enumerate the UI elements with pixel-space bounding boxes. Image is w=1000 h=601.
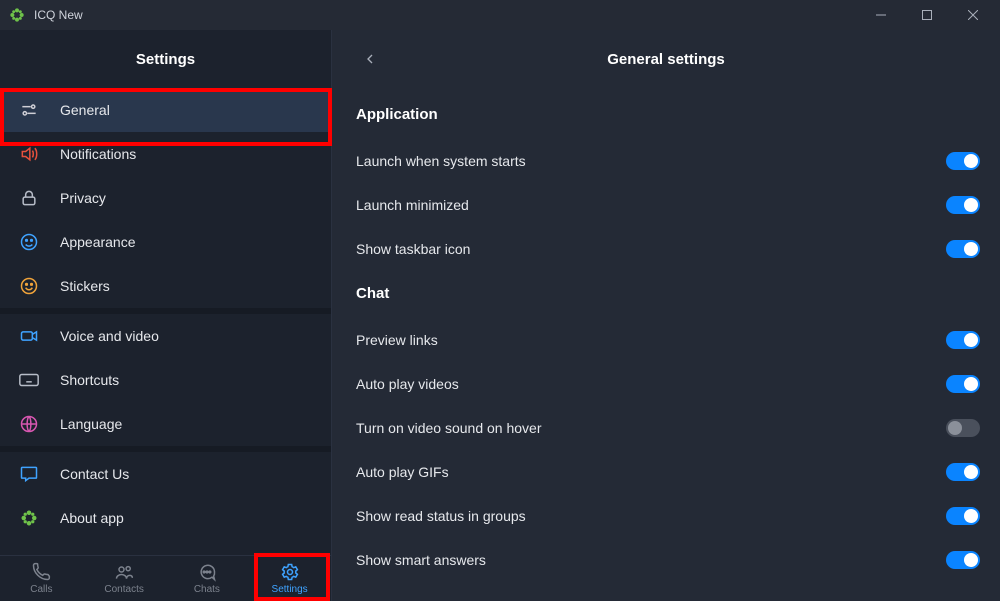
setting-row: Preview links xyxy=(356,318,980,362)
phone-icon xyxy=(31,562,51,582)
nav-label: Chats xyxy=(194,584,220,595)
nav-contacts[interactable]: Contacts xyxy=(83,556,166,601)
settings-scroll-area[interactable]: Application Launch when system starts La… xyxy=(332,88,1000,601)
titlebar: ICQ New xyxy=(0,0,1000,30)
setting-row: Launch minimized xyxy=(356,183,980,227)
setting-row: Show smart answers xyxy=(356,538,980,582)
setting-label: Auto play videos xyxy=(356,376,459,392)
flower-icon xyxy=(18,507,40,529)
toggle-read-status-groups[interactable] xyxy=(946,507,980,525)
window-title: ICQ New xyxy=(34,8,83,22)
sidebar-item-appearance[interactable]: Appearance xyxy=(0,220,331,264)
nav-calls[interactable]: Calls xyxy=(0,556,83,601)
back-button[interactable] xyxy=(356,45,384,73)
keyboard-icon xyxy=(18,369,40,391)
setting-label: Launch when system starts xyxy=(356,153,526,169)
nav-label: Contacts xyxy=(104,584,143,595)
setting-row: Launch when system starts xyxy=(356,139,980,183)
setting-label: Show taskbar icon xyxy=(356,241,470,257)
setting-row: Show taskbar icon xyxy=(356,227,980,271)
toggle-launch-minimized[interactable] xyxy=(946,196,980,214)
app-icon xyxy=(8,6,26,24)
sidebar-item-label: Contact Us xyxy=(60,466,129,482)
sidebar-item-voice-video[interactable]: Voice and video xyxy=(0,314,331,358)
settings-menu: General Notifications Privacy Appearance xyxy=(0,88,331,555)
page-title: General settings xyxy=(332,51,1000,68)
setting-row: Show read status in groups xyxy=(356,494,980,538)
smile-icon xyxy=(18,231,40,253)
sidebar-item-privacy[interactable]: Privacy xyxy=(0,176,331,220)
content-pane: General settings Application Launch when… xyxy=(332,30,1000,601)
setting-row: Auto play GIFs xyxy=(356,450,980,494)
volume-icon xyxy=(18,143,40,165)
sidebar-title: Settings xyxy=(0,30,331,88)
sidebar-item-label: Notifications xyxy=(60,146,136,162)
setting-row: Auto play videos xyxy=(356,362,980,406)
section-heading-application: Application xyxy=(356,106,980,123)
sidebar-item-label: Privacy xyxy=(60,190,106,206)
sidebar-item-label: Language xyxy=(60,416,122,432)
sidebar-item-label: Shortcuts xyxy=(60,372,119,388)
section-heading-chat: Chat xyxy=(356,285,980,302)
sidebar-item-label: Voice and video xyxy=(60,328,159,344)
sidebar: Settings General Notifications Privacy xyxy=(0,30,332,601)
toggle-preview-links[interactable] xyxy=(946,331,980,349)
toggle-smart-answers[interactable] xyxy=(946,551,980,569)
sidebar-item-label: About app xyxy=(60,510,124,526)
sidebar-item-label: Appearance xyxy=(60,234,136,250)
chat-icon xyxy=(18,463,40,485)
close-button[interactable] xyxy=(950,0,996,30)
nav-label: Settings xyxy=(272,584,308,595)
sidebar-item-label: General xyxy=(60,102,110,118)
minimize-button[interactable] xyxy=(858,0,904,30)
sidebar-item-notifications[interactable]: Notifications xyxy=(0,132,331,176)
setting-label: Turn on video sound on hover xyxy=(356,420,542,436)
setting-label: Show read status in groups xyxy=(356,508,526,524)
bottom-nav: Calls Contacts Chats Settings xyxy=(0,555,331,601)
nav-chats[interactable]: Chats xyxy=(166,556,249,601)
globe-icon xyxy=(18,413,40,435)
sidebar-item-label: Stickers xyxy=(60,278,110,294)
setting-label: Preview links xyxy=(356,332,438,348)
sticker-icon xyxy=(18,275,40,297)
sliders-icon xyxy=(18,99,40,121)
toggle-video-sound-hover[interactable] xyxy=(946,419,980,437)
sidebar-item-language[interactable]: Language xyxy=(0,402,331,446)
sidebar-item-shortcuts[interactable]: Shortcuts xyxy=(0,358,331,402)
setting-label: Show smart answers xyxy=(356,552,486,568)
sidebar-item-about[interactable]: About app xyxy=(0,496,331,540)
sidebar-item-general[interactable]: General xyxy=(0,88,331,132)
toggle-autoplay-gifs[interactable] xyxy=(946,463,980,481)
gear-icon xyxy=(280,562,300,582)
lock-icon xyxy=(18,187,40,209)
toggle-taskbar-icon[interactable] xyxy=(946,240,980,258)
setting-label: Launch minimized xyxy=(356,197,469,213)
content-header: General settings xyxy=(332,30,1000,88)
sidebar-item-stickers[interactable]: Stickers xyxy=(0,264,331,308)
people-icon xyxy=(114,562,134,582)
sidebar-item-contact-us[interactable]: Contact Us xyxy=(0,452,331,496)
setting-label: Auto play GIFs xyxy=(356,464,449,480)
maximize-button[interactable] xyxy=(904,0,950,30)
chat-bubble-icon xyxy=(197,562,217,582)
nav-settings[interactable]: Settings xyxy=(248,556,331,601)
nav-label: Calls xyxy=(30,584,52,595)
toggle-launch-on-start[interactable] xyxy=(946,152,980,170)
toggle-autoplay-videos[interactable] xyxy=(946,375,980,393)
setting-row: Turn on video sound on hover xyxy=(356,406,980,450)
camera-icon xyxy=(18,325,40,347)
